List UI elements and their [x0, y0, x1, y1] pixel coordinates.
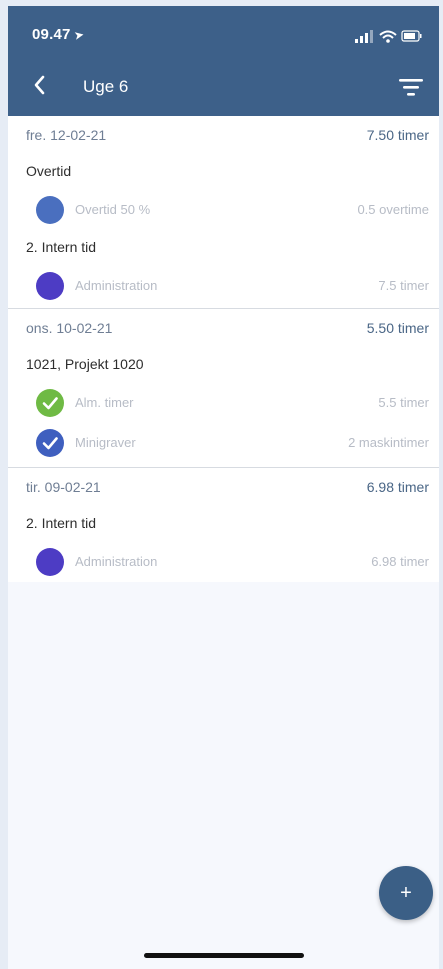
filter-icon: [399, 79, 423, 96]
group-label: Overtid: [8, 154, 439, 190]
battery-icon: [401, 30, 422, 42]
filter-button[interactable]: [397, 74, 425, 100]
add-button[interactable]: +: [379, 866, 433, 920]
time-entry[interactable]: Minigraver 2 maskintimer: [8, 423, 439, 467]
chevron-left-icon: [34, 75, 45, 95]
status-time: 09.47 ➤: [32, 26, 85, 43]
day-date: tir. 09-02-21: [26, 479, 101, 495]
day-header: ons. 10-02-21 5.50 timer: [8, 309, 439, 347]
top-bar: 09.47 ➤ Uge 6: [8, 6, 439, 116]
purple-dot-icon: [36, 272, 64, 300]
entry-name: Minigraver: [75, 435, 136, 450]
entry-name: Administration: [75, 278, 158, 293]
day-card[interactable]: tir. 09-02-21 6.98 timer 2. Intern tid A…: [8, 468, 439, 582]
timesheet-list: fre. 12-02-21 7.50 timer Overtid Overtid…: [8, 116, 439, 582]
day-card[interactable]: fre. 12-02-21 7.50 timer Overtid Overtid…: [8, 116, 439, 309]
day-card[interactable]: ons. 10-02-21 5.50 timer 1021, Projekt 1…: [8, 309, 439, 468]
phone-screen: 09.47 ➤ Uge 6 fre. 12-02-21 7.50 timer O…: [8, 6, 439, 969]
purple-dot-icon: [36, 548, 64, 576]
group-label: 2. Intern tid: [8, 230, 439, 266]
day-date: fre. 12-02-21: [26, 127, 107, 143]
group-label: 2. Intern tid: [8, 506, 439, 542]
back-button[interactable]: [28, 72, 54, 98]
entry-amount: 7.5 timer: [378, 278, 429, 293]
green-check-icon: [36, 389, 64, 417]
day-total-hours: 5.50 timer: [366, 320, 429, 336]
blue-check-icon: [36, 429, 64, 457]
day-total-hours: 7.50 timer: [366, 127, 429, 143]
group-label: 1021, Projekt 1020: [8, 347, 439, 383]
entry-name: Administration: [75, 554, 158, 569]
group-label-text: Overtid: [26, 163, 72, 179]
home-indicator: [144, 953, 304, 958]
entry-amount: 2 maskintimer: [348, 435, 429, 450]
time-entry[interactable]: Administration 6.98 timer: [8, 542, 439, 582]
time-entry[interactable]: Administration 7.5 timer: [8, 266, 439, 308]
group-label-text: 1021, Projekt 1020: [26, 356, 144, 372]
time-entry[interactable]: Overtid 50 % 0.5 overtime: [8, 190, 439, 230]
entry-name: Overtid 50 %: [75, 202, 151, 217]
entry-amount: 6.98 timer: [371, 554, 429, 569]
group-label-text: 2. Intern tid: [26, 515, 97, 531]
day-header: fre. 12-02-21 7.50 timer: [8, 116, 439, 154]
wifi-icon: [379, 30, 397, 43]
entry-amount: 0.5 overtime: [357, 202, 429, 217]
entry-name: Alm. timer: [75, 395, 134, 410]
group-label-text: 2. Intern tid: [26, 239, 97, 255]
day-header: tir. 09-02-21 6.98 timer: [8, 468, 439, 506]
status-icons: [355, 30, 422, 43]
signal-icon: [355, 30, 373, 43]
time-entry[interactable]: Alm. timer 5.5 timer: [8, 383, 439, 423]
page-title: Uge 6: [83, 77, 129, 96]
entry-amount: 5.5 timer: [378, 395, 429, 410]
day-total-hours: 6.98 timer: [366, 479, 429, 495]
day-date: ons. 10-02-21: [26, 320, 113, 336]
status-time-text: 09.47: [32, 26, 71, 43]
blue-dot-icon: [36, 196, 64, 224]
location-arrow-icon: ➤: [72, 27, 85, 43]
